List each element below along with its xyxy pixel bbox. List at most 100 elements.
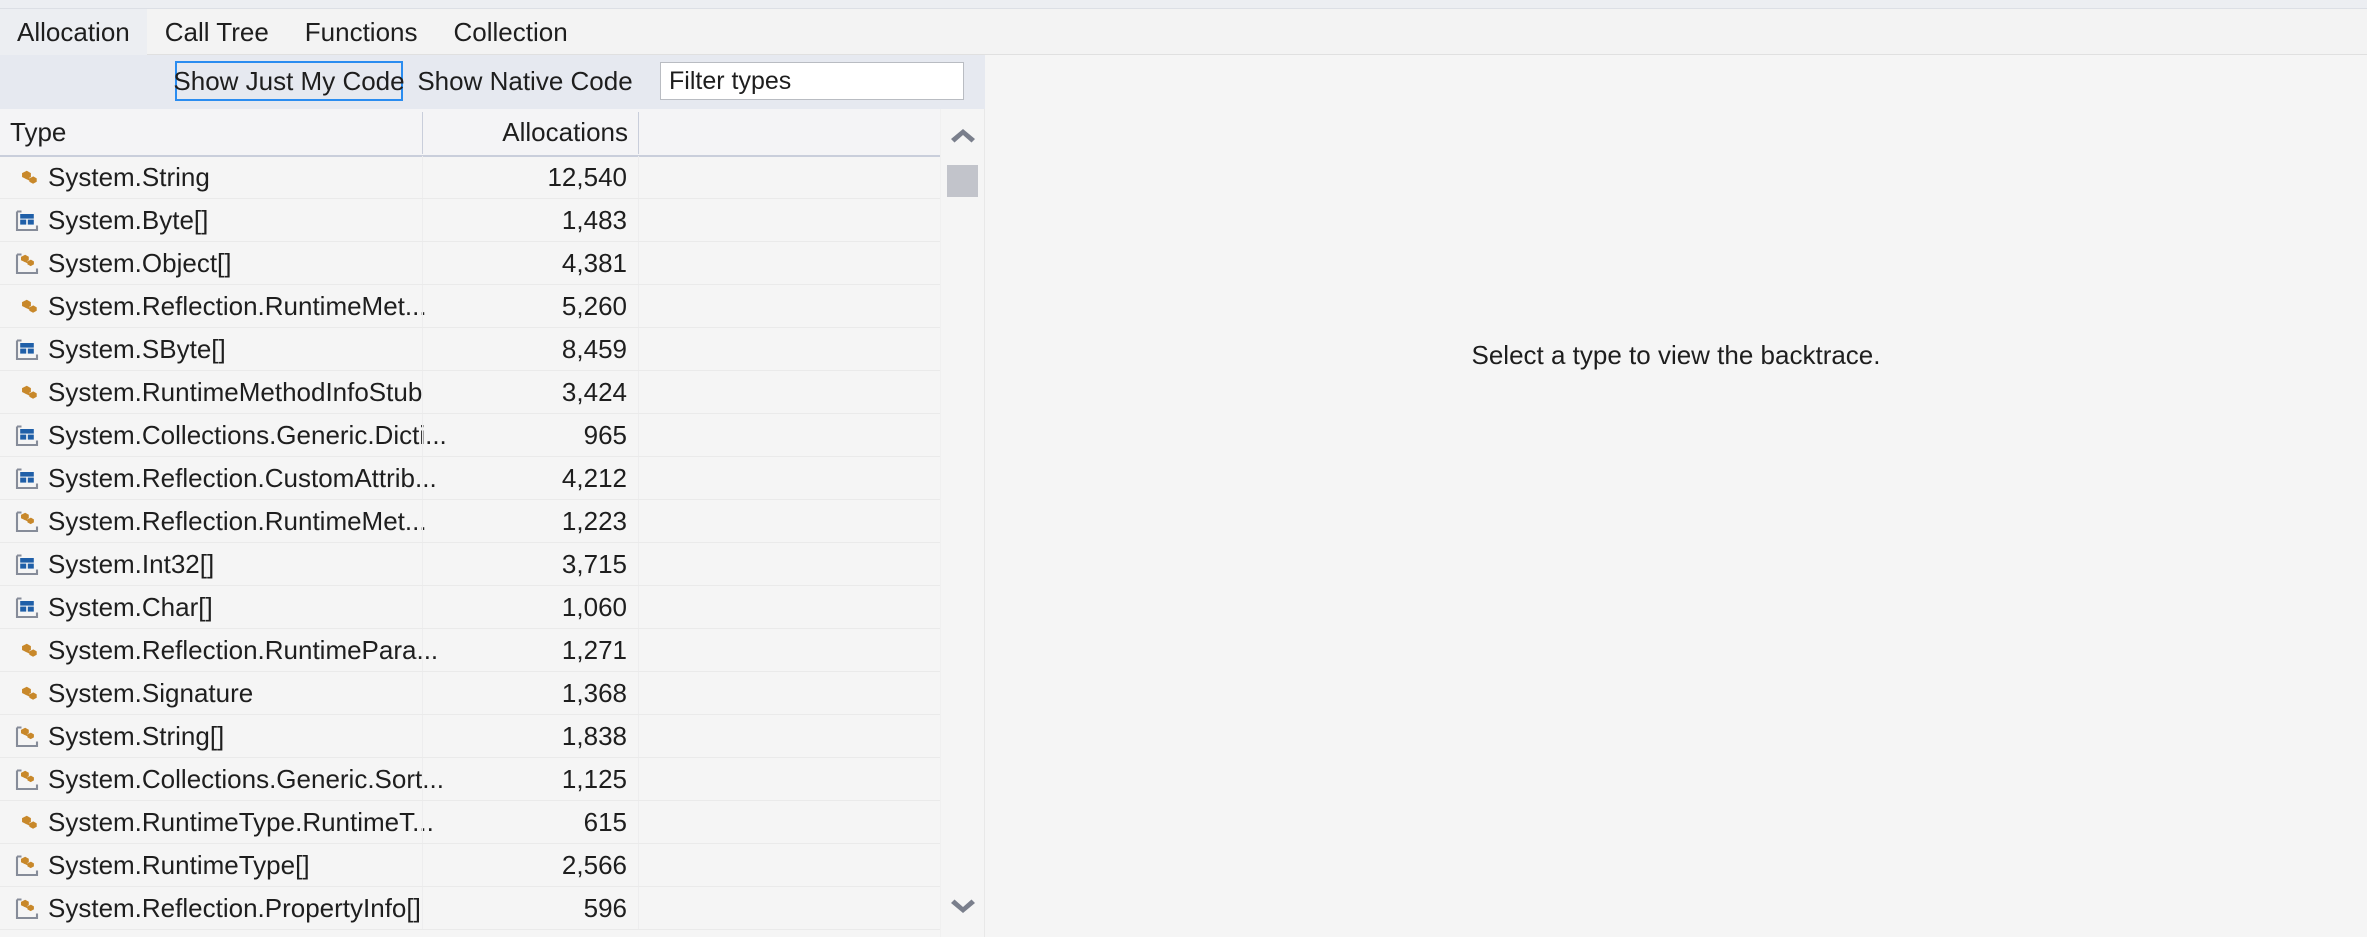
cell-allocations: 615 bbox=[583, 807, 627, 837]
table-row[interactable]: System.Byte[] 1,483 bbox=[0, 199, 985, 242]
vertical-scrollbar[interactable] bbox=[940, 109, 985, 937]
cell-allocations: 596 bbox=[583, 893, 627, 923]
tab-label: Collection bbox=[453, 16, 568, 47]
cell-type: System.String bbox=[0, 156, 422, 199]
grid-header-row: Type Allocations bbox=[0, 109, 985, 157]
backtrace-empty-message: Select a type to view the backtrace. bbox=[1471, 340, 1881, 370]
class-icon bbox=[14, 638, 40, 664]
row-column-divider-2 bbox=[638, 715, 639, 758]
row-column-divider-1 bbox=[422, 844, 423, 887]
table-row[interactable]: System.RuntimeType.RuntimeT... 615 bbox=[0, 801, 985, 844]
show-just-my-code-button[interactable]: Show Just My Code bbox=[173, 61, 405, 101]
table-row[interactable]: System.Collections.Generic.Dicti... 965 bbox=[0, 414, 985, 457]
table-row[interactable]: System.Reflection.PropertyInfo[] 596 bbox=[0, 887, 985, 930]
cell-blank bbox=[639, 371, 985, 414]
row-column-divider-2 bbox=[638, 887, 639, 930]
row-column-divider-2 bbox=[638, 801, 639, 844]
table-row[interactable]: System.Reflection.RuntimeMet... 1,223 bbox=[0, 500, 985, 543]
cell-type: System.Collections.Generic.Sort... bbox=[0, 758, 444, 801]
column-header-blank[interactable] bbox=[639, 109, 939, 155]
cell-type: System.RuntimeMethodInfoStub bbox=[0, 371, 422, 414]
tab-label: Functions bbox=[304, 16, 418, 47]
row-column-divider-2 bbox=[638, 672, 639, 715]
chevron-up-icon[interactable] bbox=[940, 112, 985, 157]
tab-functions[interactable]: Functions bbox=[287, 9, 436, 55]
cell-allocations: 965 bbox=[583, 420, 627, 450]
cell-allocations: 1,483 bbox=[561, 205, 627, 235]
table-row[interactable]: System.Object[] 4,381 bbox=[0, 242, 985, 285]
backtrace-pane: Select a type to view the backtrace. bbox=[985, 55, 2367, 937]
cell-blank bbox=[639, 672, 985, 715]
cell-allocations: 4,212 bbox=[561, 463, 627, 493]
cell-type: System.Byte[] bbox=[0, 199, 422, 242]
table-row[interactable]: System.Collections.Generic.Sort... 1,125 bbox=[0, 758, 985, 801]
column-header-allocations[interactable]: Allocations bbox=[423, 109, 638, 155]
table-row[interactable]: System.Reflection.RuntimePara... 1,271 bbox=[0, 629, 985, 672]
row-column-divider-1 bbox=[422, 500, 423, 543]
cell-type: System.Char[] bbox=[0, 586, 422, 629]
table-row[interactable]: System.Signature 1,368 bbox=[0, 672, 985, 715]
row-column-divider-1 bbox=[422, 371, 423, 414]
cell-blank bbox=[639, 586, 985, 629]
row-column-divider-1 bbox=[422, 328, 423, 371]
type-name-label: System.RuntimeMethodInfoStub bbox=[48, 377, 423, 407]
cell-type: System.Reflection.RuntimeMet... bbox=[0, 500, 427, 543]
type-name-label: System.Signature bbox=[48, 678, 254, 708]
row-column-divider-1 bbox=[422, 543, 423, 586]
cell-blank bbox=[639, 844, 985, 887]
filter-types-input[interactable] bbox=[660, 62, 964, 100]
cell-type: System.RuntimeType.RuntimeT... bbox=[0, 801, 434, 844]
column-header-type[interactable]: Type bbox=[0, 109, 422, 155]
row-column-divider-1 bbox=[422, 629, 423, 672]
type-name-label: System.Object[] bbox=[48, 248, 232, 278]
tab-label: Call Tree bbox=[164, 16, 269, 47]
column-divider-2[interactable] bbox=[638, 112, 639, 154]
table-row[interactable]: System.Char[] 1,060 bbox=[0, 586, 985, 629]
cell-blank bbox=[639, 156, 985, 199]
type-name-label: System.SByte[] bbox=[48, 334, 226, 364]
cell-allocations: 1,223 bbox=[561, 506, 627, 536]
table-row[interactable]: System.RuntimeMethodInfoStub 3,424 bbox=[0, 371, 985, 414]
array-struct-icon bbox=[14, 595, 40, 621]
row-column-divider-2 bbox=[638, 414, 639, 457]
table-row[interactable]: System.String[] 1,838 bbox=[0, 715, 985, 758]
show-native-code-button[interactable]: Show Native Code bbox=[417, 61, 632, 101]
row-bottom-border bbox=[0, 929, 985, 930]
cell-blank bbox=[639, 457, 985, 500]
cell-blank bbox=[639, 715, 985, 758]
row-column-divider-1 bbox=[422, 414, 423, 457]
cell-blank bbox=[639, 414, 985, 457]
column-divider-1[interactable] bbox=[422, 112, 423, 154]
table-row[interactable]: System.Reflection.RuntimeMet... 5,260 bbox=[0, 285, 985, 328]
array-struct-icon bbox=[14, 423, 40, 449]
scrollbar-left-edge bbox=[940, 109, 941, 937]
cell-type: System.Reflection.CustomAttrib... bbox=[0, 457, 437, 500]
table-row[interactable]: System.SByte[] 8,459 bbox=[0, 328, 985, 371]
cell-blank bbox=[639, 500, 985, 543]
array-class-icon bbox=[14, 251, 40, 277]
cell-type: System.Signature bbox=[0, 672, 422, 715]
cell-allocations: 1,838 bbox=[561, 721, 627, 751]
window-top-strip bbox=[0, 0, 2367, 9]
tab-list: Allocation Call Tree Functions Collection bbox=[0, 9, 586, 55]
tab-allocation[interactable]: Allocation bbox=[0, 9, 147, 55]
table-row[interactable]: System.RuntimeType[] 2,566 bbox=[0, 844, 985, 887]
tab-collection[interactable]: Collection bbox=[436, 9, 586, 55]
type-name-label: System.RuntimeType.RuntimeT... bbox=[48, 807, 434, 837]
row-column-divider-1 bbox=[422, 672, 423, 715]
row-column-divider-2 bbox=[638, 629, 639, 672]
scrollbar-thumb[interactable] bbox=[947, 165, 978, 197]
cell-type: System.Int32[] bbox=[0, 543, 422, 586]
cell-allocations: 4,381 bbox=[561, 248, 627, 278]
profiler-window: Allocation Call Tree Functions Collection S… bbox=[0, 0, 2367, 937]
cell-allocations: 1,125 bbox=[561, 764, 627, 794]
tab-call-tree[interactable]: Call Tree bbox=[147, 9, 287, 55]
row-column-divider-1 bbox=[422, 758, 423, 801]
table-row[interactable]: System.Int32[] 3,715 bbox=[0, 543, 985, 586]
chevron-down-icon[interactable] bbox=[940, 884, 985, 929]
cell-blank bbox=[639, 285, 985, 328]
table-row[interactable]: System.Reflection.CustomAttrib... 4,212 bbox=[0, 457, 985, 500]
row-column-divider-2 bbox=[638, 844, 639, 887]
cell-type: System.Reflection.RuntimePara... bbox=[0, 629, 438, 672]
table-row[interactable]: System.String 12,540 bbox=[0, 156, 985, 199]
